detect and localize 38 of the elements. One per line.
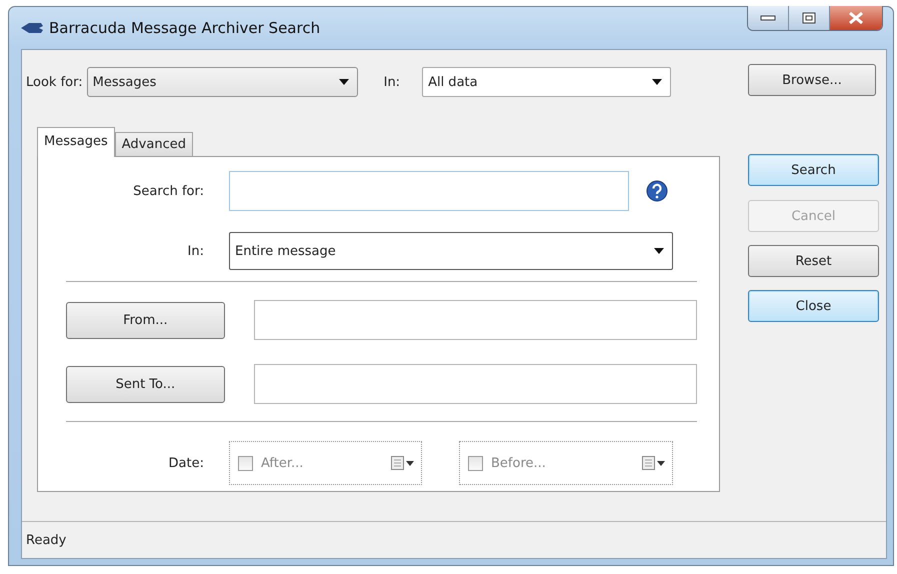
tab[interactable]: Advanced — [114, 132, 193, 156]
browse-button[interactable]: Browse... — [748, 64, 876, 96]
action-button[interactable]: Close — [748, 290, 879, 322]
scope-label: In: — [384, 74, 400, 90]
caret-icon — [654, 248, 664, 254]
caret-icon — [652, 79, 662, 85]
caret-icon — [338, 79, 349, 85]
minimize-icon — [760, 15, 776, 21]
minimize-button[interactable] — [748, 6, 789, 30]
maximize-button[interactable] — [789, 6, 830, 30]
status-text: Ready — [26, 532, 66, 548]
from-button[interactable]: From... — [66, 302, 225, 338]
look-for-label: Look for: — [26, 74, 83, 90]
date-picker[interactable]: After... — [229, 441, 422, 485]
scope-dropdown[interactable]: All data — [422, 67, 672, 97]
close-icon — [848, 12, 864, 24]
from-field[interactable] — [254, 300, 697, 340]
date-picker[interactable]: Before... — [459, 441, 673, 485]
search-for-label: Search for: — [132, 184, 205, 198]
date-label: Date: — [168, 456, 205, 470]
sent-to-button[interactable]: Sent To... — [66, 366, 225, 402]
window-title: Barracuda Message Archiver Search — [49, 19, 320, 37]
checkbox[interactable] — [468, 456, 483, 470]
help-icon[interactable] — [646, 180, 668, 202]
search-in-label: In: — [186, 244, 205, 258]
action-button[interactable]: Search — [748, 154, 879, 186]
calendar-dropdown-icon[interactable] — [642, 456, 666, 470]
fish-logo-icon — [21, 22, 43, 34]
action-button[interactable]: Reset — [748, 245, 879, 277]
calendar-dropdown-icon[interactable] — [391, 456, 415, 470]
look-for-dropdown[interactable]: Messages — [86, 67, 358, 97]
close-button[interactable] — [830, 6, 882, 30]
search-in-dropdown[interactable]: Entire message — [229, 232, 673, 270]
checkbox[interactable] — [238, 456, 253, 470]
search-for-field[interactable] — [229, 171, 629, 211]
sent-to-field[interactable] — [254, 364, 697, 404]
tab[interactable]: Messages — [37, 127, 115, 157]
maximize-icon — [802, 12, 816, 24]
